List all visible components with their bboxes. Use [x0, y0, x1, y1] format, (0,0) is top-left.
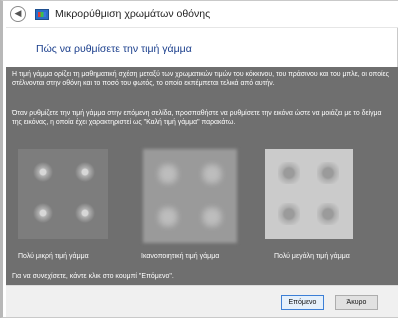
gamma-definition-text: Η τιμή γάμμα ορίζει τη μαθηματική σχέση … [12, 71, 389, 88]
gamma-instructions-text: Όταν ρυθμίζετε την τιμή γάμμα στην επόμε… [12, 110, 382, 127]
caption-good-gamma: Ικανοποιητική τιμή γάμμα [141, 253, 220, 260]
cancel-button[interactable]: Άκυρο [335, 295, 378, 310]
continue-note: Για να συνεχίσετε, κάντε κλικ στο κουμπί… [12, 273, 174, 280]
title-bar: ◀ Μικρορύθμιση χρωμάτων οθόνης [6, 1, 398, 27]
page-heading: Πώς να ρυθμίσετε την τιμή γάμμα [36, 43, 192, 55]
back-arrow-icon[interactable]: ◀ [10, 6, 26, 22]
button-bar: Επόμενο Άκυρο [6, 285, 398, 317]
caption-low-gamma: Πολύ μικρή τιμή γάμμα [18, 253, 89, 260]
sample-high-gamma-image [265, 149, 353, 239]
page-header: Πώς να ρυθμίσετε την τιμή γάμμα [6, 27, 398, 65]
display-color-icon [35, 8, 49, 20]
caption-high-gamma: Πολύ μεγάλη τιμή γάμμα [274, 253, 350, 260]
calibration-window: ◀ Μικρορύθμιση χρωμάτων οθόνης Πώς να ρυ… [0, 0, 398, 318]
sample-good-gamma-image [143, 149, 237, 243]
sample-low-gamma-image [18, 149, 108, 239]
next-button[interactable]: Επόμενο [281, 295, 324, 310]
window-title: Μικρορύθμιση χρωμάτων οθόνης [55, 8, 211, 20]
instructions-panel: Η τιμή γάμμα ορίζει τη μαθηματική σχέση … [6, 67, 398, 285]
